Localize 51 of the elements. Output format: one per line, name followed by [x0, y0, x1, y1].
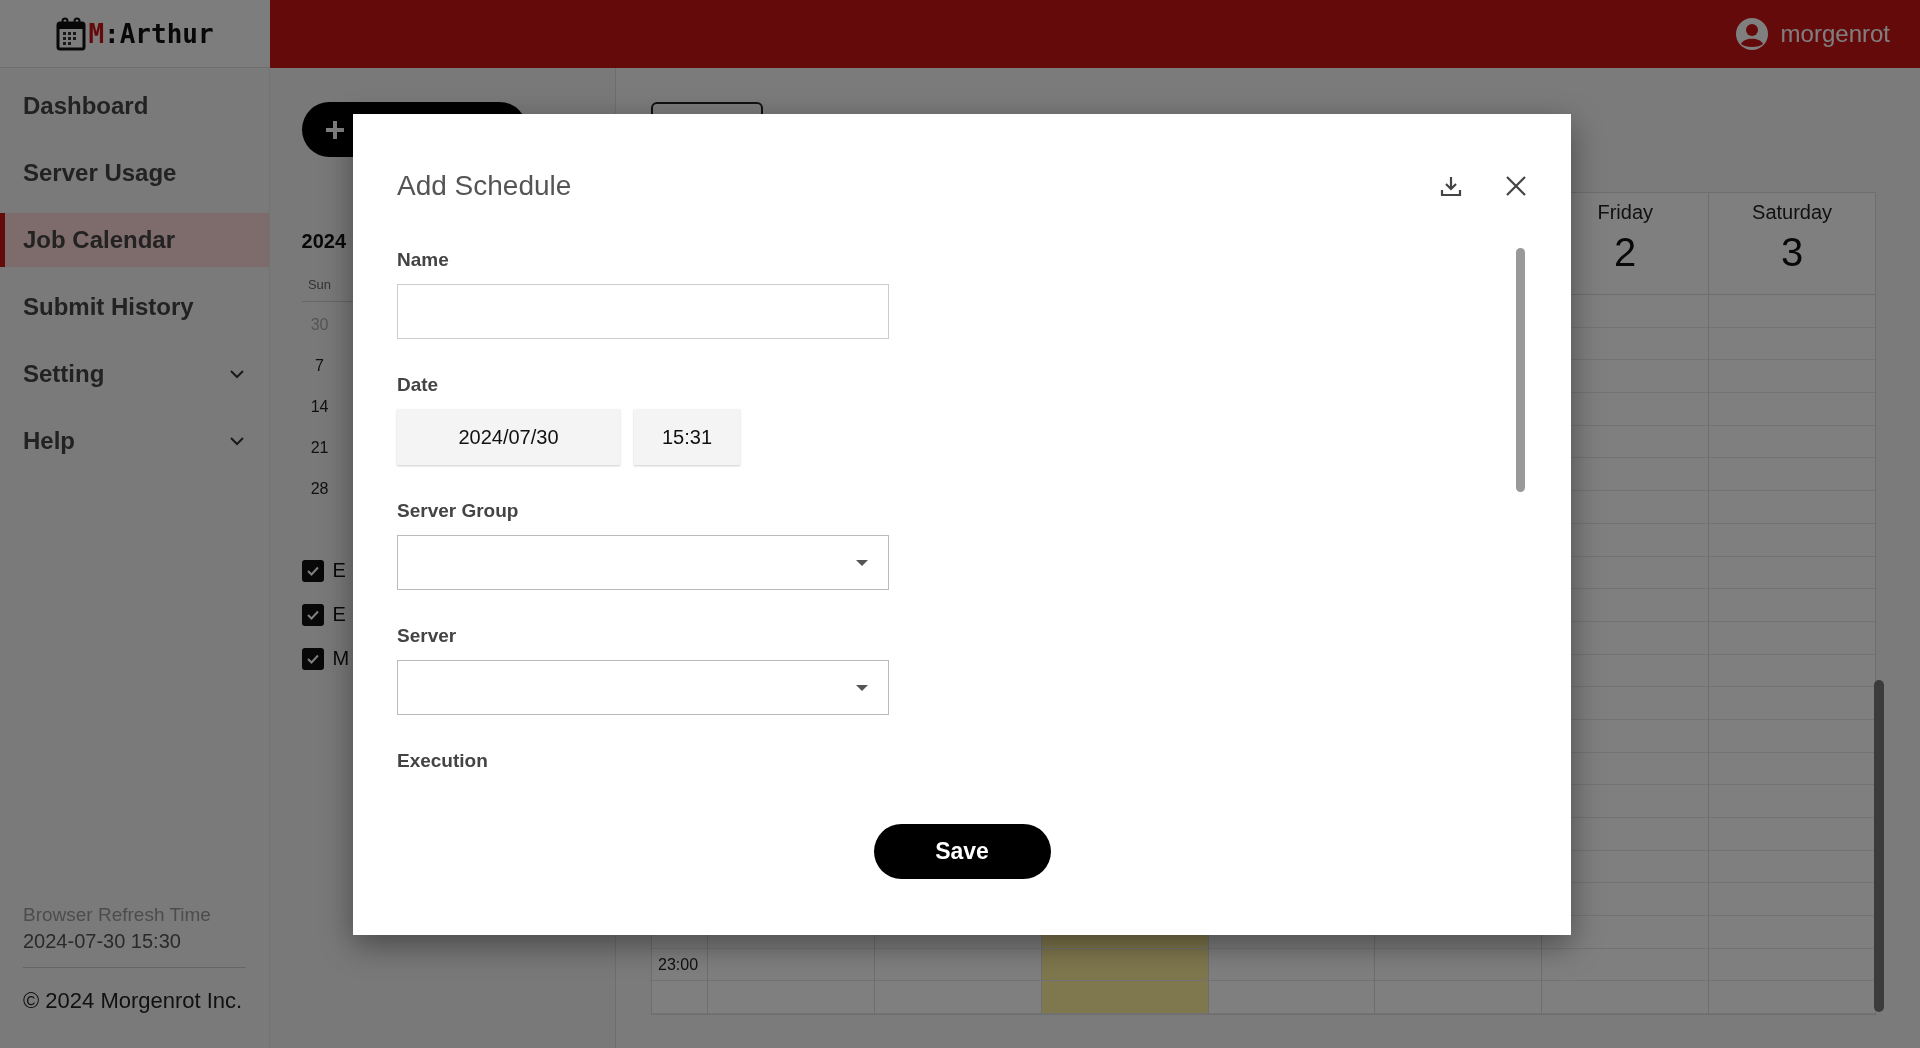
download-icon[interactable]	[1439, 174, 1463, 198]
plus-icon	[323, 118, 346, 141]
checkbox[interactable]	[301, 559, 324, 582]
save-button[interactable]: Save	[873, 824, 1051, 879]
time-label: 23:00	[658, 955, 699, 974]
checkbox[interactable]	[301, 603, 324, 626]
field-label: Server	[397, 624, 458, 648]
filter-label: M	[332, 647, 350, 670]
calendar-date[interactable]: 14	[301, 398, 338, 439]
checkbox[interactable]	[301, 647, 324, 670]
calendar-date[interactable]: 21	[301, 439, 338, 480]
app-logo-text: M:Arthur	[88, 18, 214, 49]
select-field[interactable]	[397, 660, 889, 715]
copyright-text: © 2024 Morgenrot Inc.	[23, 988, 244, 1014]
dropdown-icon	[856, 559, 868, 566]
time-field[interactable]: 15:31	[634, 409, 740, 465]
sidebar-item[interactable]: Submit History	[0, 280, 269, 334]
month-title: 2024	[301, 230, 348, 253]
check-icon	[305, 608, 320, 621]
day-number: 3	[1780, 230, 1804, 275]
filter-label: E	[332, 559, 346, 582]
scrollbar[interactable]	[1874, 680, 1884, 1012]
field-label: Date	[397, 373, 440, 397]
field-label: Name	[397, 248, 450, 272]
field-label: Execution	[397, 749, 489, 773]
sidebar-item[interactable]: Server Usage	[0, 146, 269, 200]
close-icon[interactable]	[1505, 175, 1527, 197]
calendar-icon	[56, 16, 87, 51]
sidebar-item[interactable]: Help	[0, 414, 269, 468]
check-icon	[305, 564, 320, 577]
select-field[interactable]	[397, 535, 889, 590]
day-number: 2	[1614, 230, 1637, 275]
dialog-title: Add Schedule	[397, 170, 572, 202]
sidebar-item[interactable]: Job Calendar	[0, 213, 269, 267]
user-name[interactable]: morgenrot	[1780, 20, 1890, 48]
field-label: Server Group	[397, 499, 520, 523]
refresh-time: 2024-07-30 15:30	[23, 930, 182, 953]
weekday-label: Friday	[1597, 201, 1653, 224]
calendar-date[interactable]: 7	[301, 357, 338, 398]
weekday-label: Saturday	[1752, 201, 1833, 224]
name-field[interactable]	[397, 284, 889, 339]
user-avatar-icon[interactable]	[1734, 17, 1769, 51]
scrollbar[interactable]	[1516, 248, 1525, 492]
check-icon	[305, 652, 320, 665]
sidebar-item[interactable]: Setting	[0, 347, 269, 401]
calendar-date[interactable]: 28	[301, 480, 338, 521]
weekday-label: Sun	[306, 277, 333, 292]
sidebar-item[interactable]: Dashboard	[0, 79, 269, 133]
dropdown-icon	[856, 684, 868, 691]
filter-label: E	[332, 603, 346, 626]
date-field[interactable]: 2024/07/30	[397, 409, 620, 465]
